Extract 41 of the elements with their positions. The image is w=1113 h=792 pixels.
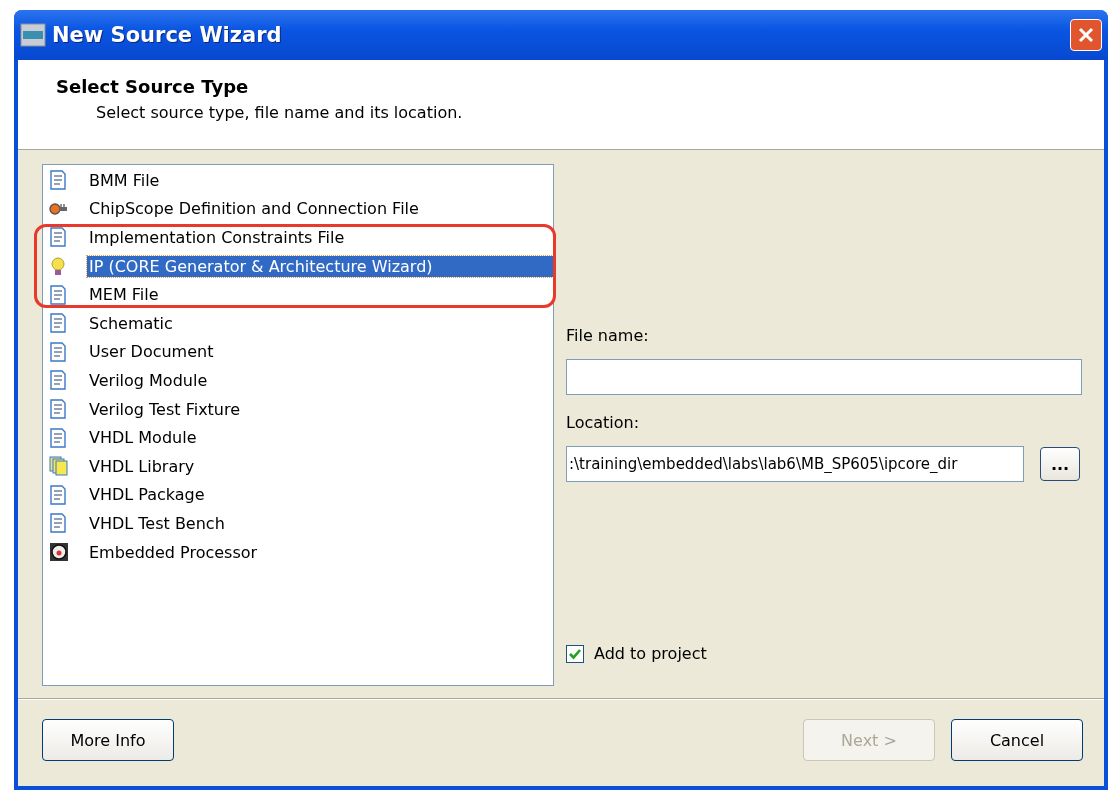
- window-title: New Source Wizard: [52, 23, 283, 47]
- document-icon: [49, 513, 69, 534]
- field-label: Location:: [566, 413, 641, 432]
- checkbox[interactable]: [566, 644, 584, 663]
- document-icon: [49, 227, 69, 248]
- close-icon: [1077, 26, 1095, 44]
- document-icon: [49, 284, 69, 305]
- page-heading: Select Source Type: [56, 75, 250, 97]
- list-item[interactable]: Implementation Constraints File: [87, 227, 347, 248]
- document-icon: [49, 170, 69, 191]
- dialog-button[interactable]: Cancel: [951, 719, 1083, 761]
- document-icon: [49, 370, 69, 391]
- document-icon: [49, 427, 69, 448]
- dialog-button[interactable]: More Info: [42, 719, 174, 761]
- document-icon: [49, 484, 69, 505]
- list-item[interactable]: MEM File: [87, 284, 161, 306]
- location-field[interactable]: :\training\embedded\labs\lab6\MB_SP605\ipcore_dir: [566, 446, 1024, 482]
- list-item[interactable]: Verilog Test Fixture: [87, 398, 243, 420]
- document-icon: [49, 313, 69, 334]
- list-item[interactable]: Embedded Processor: [87, 541, 260, 563]
- checkbox-label: Add to project: [594, 644, 707, 663]
- list-item[interactable]: Verilog Module: [87, 369, 210, 391]
- list-item[interactable]: VHDL Test Bench: [87, 512, 227, 534]
- list-item[interactable]: User Document: [87, 341, 216, 363]
- document-icon: [49, 341, 69, 362]
- app-icon: [20, 23, 46, 47]
- document-icon: [49, 399, 69, 420]
- list-item[interactable]: IP (CORE Generator & Architecture Wizard): [87, 255, 553, 277]
- list-item[interactable]: Schematic: [87, 312, 175, 334]
- list-item[interactable]: VHDL Module: [87, 427, 199, 449]
- disc-icon: [49, 542, 69, 562]
- close-button[interactable]: [1070, 19, 1102, 51]
- list-item[interactable]: BMM File: [87, 169, 162, 191]
- browse-button[interactable]: ...: [1040, 447, 1080, 481]
- field-label: File name:: [566, 326, 650, 345]
- list-item[interactable]: VHDL Library: [87, 455, 197, 477]
- list-item[interactable]: ChipScope Definition and Connection File: [87, 198, 421, 220]
- file-name-field[interactable]: [566, 359, 1082, 395]
- stacked-files-icon: [49, 456, 69, 477]
- list-item[interactable]: VHDL Package: [87, 484, 207, 506]
- page-description: Select source type, file name and its location.: [96, 102, 464, 122]
